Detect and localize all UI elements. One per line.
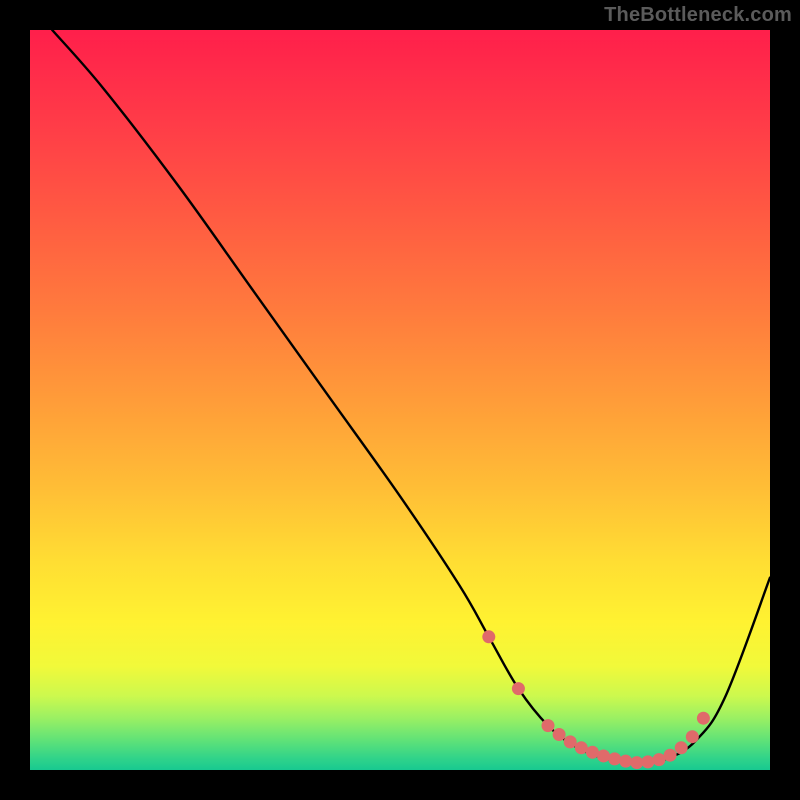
valley-dot (653, 753, 666, 766)
valley-dot (664, 749, 677, 762)
valley-dot (575, 741, 588, 754)
valley-dot (586, 746, 599, 759)
app-frame: TheBottleneck.com (0, 0, 800, 800)
valley-dot (597, 749, 610, 762)
valley-dot (608, 752, 621, 765)
chart-container (30, 30, 770, 770)
valley-dot (630, 756, 643, 769)
valley-dot (542, 719, 555, 732)
watermark-text: TheBottleneck.com (604, 4, 792, 27)
valley-dot (482, 630, 495, 643)
bottleneck-chart (30, 30, 770, 770)
valley-dot (564, 735, 577, 748)
valley-dot (512, 682, 525, 695)
valley-dot (641, 755, 654, 768)
gradient-background (30, 30, 770, 770)
valley-dot (686, 730, 699, 743)
valley-dot (619, 755, 632, 768)
valley-dot (553, 728, 566, 741)
valley-dot (697, 712, 710, 725)
valley-dot (675, 741, 688, 754)
